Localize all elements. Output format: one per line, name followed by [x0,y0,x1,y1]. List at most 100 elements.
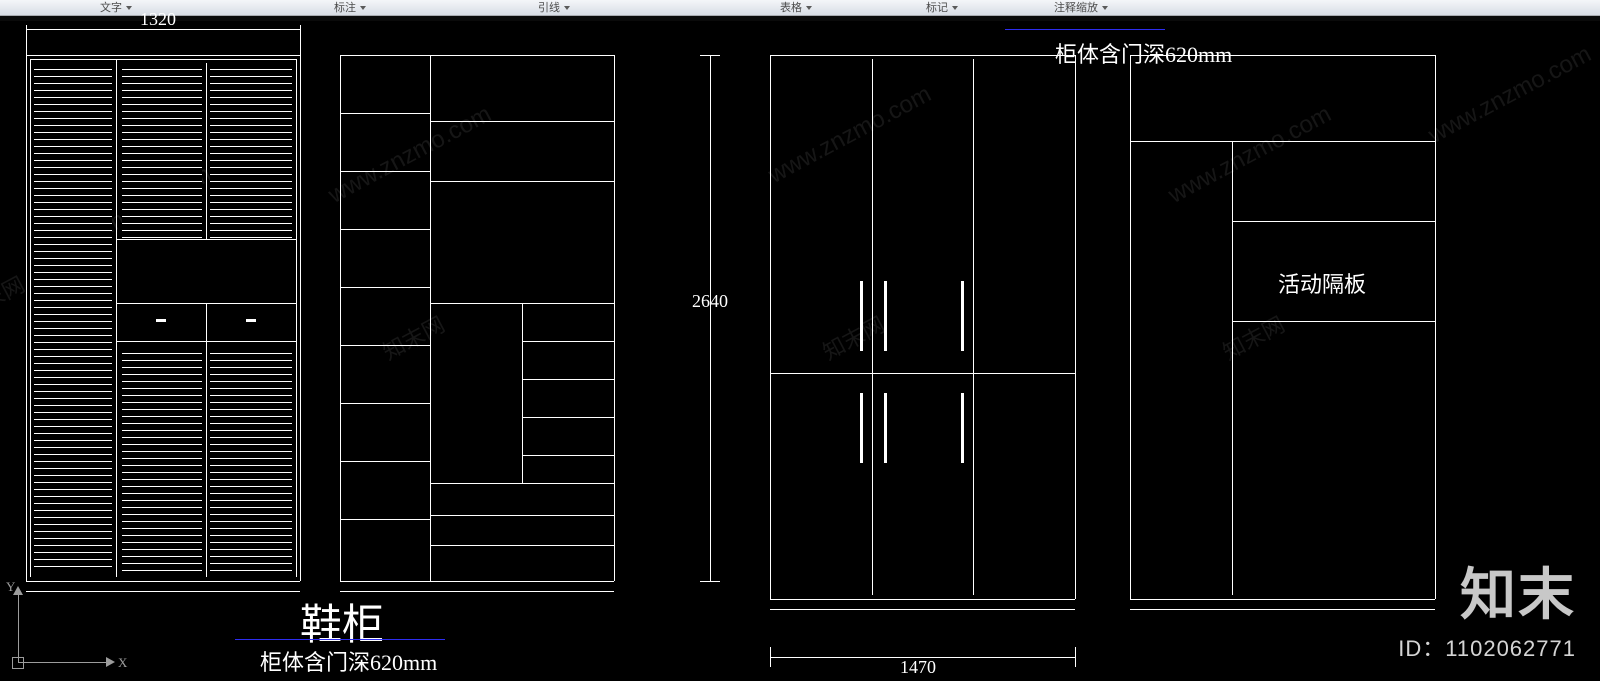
arrow-right-icon [106,657,115,667]
cab1-split [116,59,117,577]
chevron-down-icon [126,6,132,10]
menu-bar: 文字 标注 引线 表格 标记 注释缩放 [0,0,1600,16]
louver-door-tr1 [122,63,202,239]
cab1-right [300,55,301,581]
cab1-l2 [30,59,31,577]
cab3-d2 [973,59,974,595]
cab2-bot [340,581,614,582]
ucs-x-label: X [118,655,127,671]
door-handle [961,393,964,463]
drawer-knob [156,319,166,322]
label-depth-note-bottom: 柜体含门深620mm [260,645,437,677]
louver-door-bl [122,347,202,573]
louver-door-left [34,63,112,573]
dim-ext [770,647,771,667]
cab3-top [770,55,1075,56]
watermark: 知末网 [816,307,889,366]
cab3-kick [770,609,1075,610]
shelf [340,113,430,114]
blue-underline [235,639,445,640]
shelf [522,379,614,380]
menu-leader[interactable]: 引线 [534,1,574,15]
shelf [340,345,430,346]
chevron-down-icon [360,6,366,10]
shelf [340,461,430,462]
door-handle [884,393,887,463]
dim-v-ext [700,581,720,582]
shelf [1130,141,1435,142]
cad-canvas[interactable]: 知末网 www.znzmo.com www.znzmo.com 知末网 www.… [0,21,1600,681]
louver-door-tr2 [210,63,292,239]
drawer-knob [246,319,256,322]
door-handle [860,281,863,351]
label-shoe-cabinet: 鞋柜 [300,591,384,652]
door-handle [961,281,964,351]
cab4-bot [1130,599,1435,600]
shelf [340,403,430,404]
shelf [522,341,614,342]
cab4-kick [1130,609,1435,610]
watermark: www.znzmo.com [1164,100,1336,209]
dim-ext [300,25,301,55]
dim-ext [1075,647,1076,667]
cab4-split [1232,141,1233,595]
door-handle [860,393,863,463]
label-depth-note-top: 柜体含门深620mm [1055,37,1232,69]
asset-id-overlay: ID：1102062771 [1398,631,1576,663]
chevron-down-icon [1102,6,1108,10]
chevron-down-icon [806,6,812,10]
door-handle [884,281,887,351]
menu-anno[interactable]: 注释缩放 [1050,1,1112,15]
ucs-y-label: Y [6,579,15,595]
louver-door-br [210,347,292,573]
shelf [1232,321,1435,322]
dim-v-line [710,55,711,581]
cab3-mid [770,373,1075,374]
cab2-right [614,55,615,581]
cab4-right [1435,55,1436,599]
cab1-subv2 [206,341,207,577]
shelf [340,229,430,230]
cab1-r2 [296,59,297,577]
watermark: www.znzmo.com [324,100,496,209]
cab3-bot [770,599,1075,600]
cab3-left [770,55,771,599]
cab1-subv [206,63,207,239]
cab2-top [340,55,614,56]
shelf [522,455,614,456]
blue-underline [1005,29,1165,30]
site-logo-overlay: 知末 [1460,550,1576,631]
cab1-t2 [30,59,296,60]
dim-width-left: 1320 [140,9,176,30]
chevron-down-icon [952,6,958,10]
cab3-d1 [872,59,873,595]
watermark: 知末网 [1216,307,1289,366]
shelf [340,287,430,288]
menu-markup[interactable]: 标记 [922,1,962,15]
shelf [1232,221,1435,222]
cab3-right [1075,55,1076,599]
dim-v-ext [700,55,720,56]
shelf [340,519,430,520]
shelf [430,545,614,546]
cab1-h1 [116,239,296,240]
watermark: www.znzmo.com [1424,40,1596,149]
ucs-icon: X Y [6,585,126,675]
shelf [430,181,614,182]
cab1-top [26,55,300,56]
menu-text[interactable]: 文字 [96,1,136,15]
dim-width-right: 1470 [900,657,936,678]
menu-dim[interactable]: 标注 [330,1,370,15]
watermark: www.znzmo.com [764,80,936,189]
cab4-left [1130,55,1131,599]
watermark: 知末网 [376,307,449,366]
label-movable-shelf: 活动隔板 [1278,267,1366,299]
cab1-bottom [26,581,300,582]
dim-height: 2640 [692,291,728,312]
dim-ext [26,25,27,55]
chevron-down-icon [564,6,570,10]
shelf [430,515,614,516]
shelf [430,121,614,122]
menu-table[interactable]: 表格 [776,1,816,15]
cab1-left [26,55,27,581]
